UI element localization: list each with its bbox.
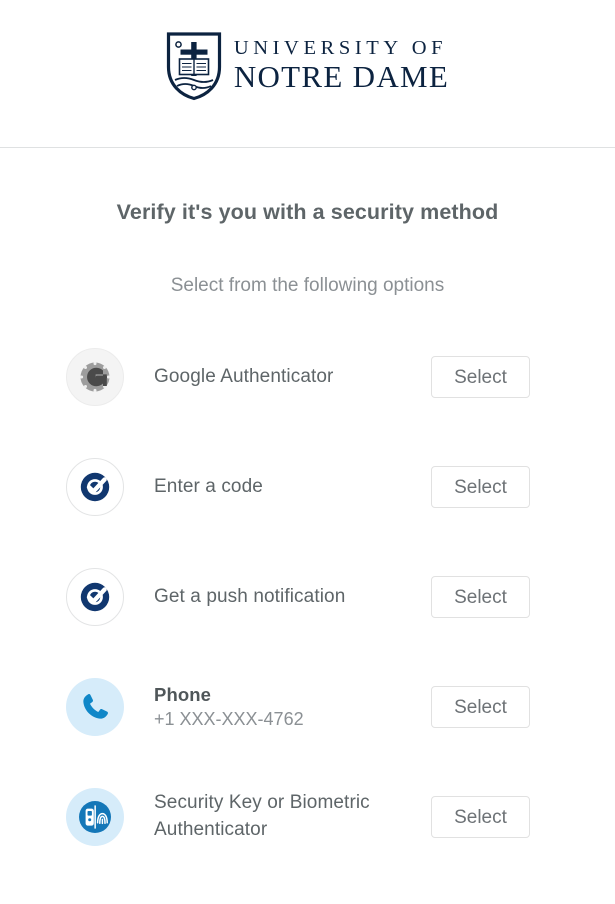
authenticator-options-list: Google Authenticator Select Enter a code… <box>0 322 615 872</box>
select-button-security-key[interactable]: Select <box>431 796 530 838</box>
security-key-fingerprint-icon <box>66 788 124 846</box>
logo-line-university-of: UNIVERSITY OF <box>233 36 448 59</box>
logo-line-notre-dame: NOTRE DAME <box>233 59 450 95</box>
phone-handset-icon <box>66 678 124 736</box>
option-title: Security Key or Biometric Authenticator <box>154 792 370 840</box>
okta-verify-check-icon <box>66 458 124 516</box>
option-row-google-authenticator[interactable]: Google Authenticator Select <box>0 322 615 432</box>
logo-wordmark: UNIVERSITY OF NOTRE DAME <box>234 38 449 94</box>
notre-dame-logo: UNIVERSITY OF NOTRE DAME <box>166 31 449 101</box>
page-header: UNIVERSITY OF NOTRE DAME <box>0 0 615 148</box>
main-content: Verify it's you with a security method S… <box>0 148 615 872</box>
select-button-enter-a-code[interactable]: Select <box>431 466 530 508</box>
page-subtitle: Select from the following options <box>170 275 445 296</box>
option-row-enter-a-code[interactable]: Enter a code Select <box>0 432 615 542</box>
option-row-push-notification[interactable]: Get a push notification Select <box>0 542 615 652</box>
option-row-security-key[interactable]: Security Key or Biometric Authenticator … <box>0 762 615 872</box>
select-button-google-authenticator[interactable]: Select <box>431 356 530 398</box>
google-authenticator-icon <box>66 348 124 406</box>
page-title: Verify it's you with a security method <box>116 200 499 224</box>
notre-dame-shield-icon <box>166 31 221 100</box>
select-button-phone[interactable]: Select <box>431 686 530 728</box>
option-row-phone[interactable]: Phone +1 XXX-XXX-4762 Select <box>0 652 615 762</box>
select-button-push-notification[interactable]: Select <box>431 576 530 618</box>
okta-verify-check-icon <box>66 568 124 626</box>
